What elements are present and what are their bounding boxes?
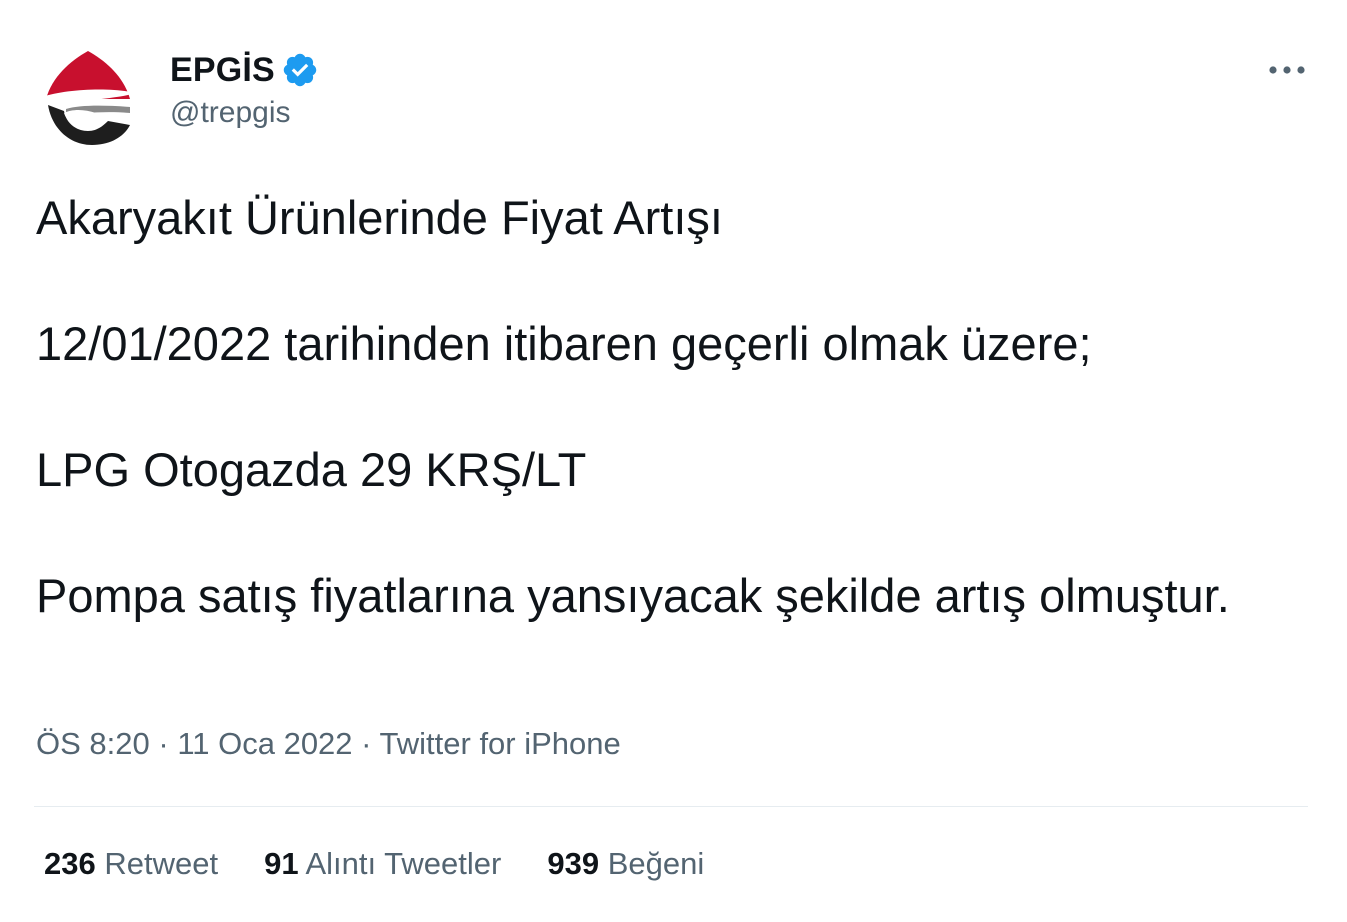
- tweet-text: Akaryakıt Ürünlerinde Fiyat Artışı 12/01…: [36, 186, 1306, 627]
- quotes-count: 91: [264, 846, 299, 881]
- tweet-line-note: Pompa satış fiyatlarına yansıyacak şekil…: [36, 569, 1230, 622]
- tweet-detail: EPGİS @trepgis Akaryakıt Ürünlerinde Fiy…: [0, 0, 1347, 922]
- quotes-label: Alıntı Tweetler: [305, 846, 502, 881]
- tweet-meta: ÖS 8:20 · 11 Oca 2022 · Twitter for iPho…: [36, 726, 621, 762]
- tweet-source[interactable]: Twitter for iPhone: [380, 726, 621, 761]
- verified-badge-icon: [281, 51, 319, 89]
- retweets-label: Retweet: [104, 846, 219, 881]
- author-display-name[interactable]: EPGİS: [170, 51, 275, 90]
- retweets-stat[interactable]: 236 Retweet: [44, 846, 218, 882]
- tweet-time[interactable]: ÖS 8:20: [36, 726, 150, 761]
- tweet-line-price: LPG Otogazda 29 KRŞ/LT: [36, 443, 587, 496]
- meta-separator: ·: [352, 726, 380, 761]
- likes-stat[interactable]: 939 Beğeni: [547, 846, 704, 882]
- more-options-button[interactable]: [1264, 52, 1310, 88]
- divider: [34, 806, 1308, 807]
- author-name-row: EPGİS: [170, 50, 319, 90]
- tweet-date[interactable]: 11 Oca 2022: [177, 726, 352, 761]
- tweet-stats: 236 Retweet 91 Alıntı Tweetler 939 Beğen…: [44, 846, 750, 882]
- meta-separator: ·: [149, 726, 178, 761]
- retweets-count: 236: [44, 846, 96, 881]
- likes-label: Beğeni: [607, 846, 705, 881]
- more-dots-icon: [1269, 66, 1305, 74]
- likes-count: 939: [547, 846, 600, 881]
- avatar[interactable]: [36, 47, 140, 151]
- epgis-logo-icon: [42, 51, 136, 145]
- tweet-line-date: 12/01/2022 tarihinden itibaren geçerli o…: [36, 317, 1092, 370]
- tweet-line-title: Akaryakıt Ürünlerinde Fiyat Artışı: [36, 191, 723, 244]
- quotes-stat[interactable]: 91 Alıntı Tweetler: [264, 846, 501, 882]
- author-handle[interactable]: @trepgis: [170, 96, 291, 130]
